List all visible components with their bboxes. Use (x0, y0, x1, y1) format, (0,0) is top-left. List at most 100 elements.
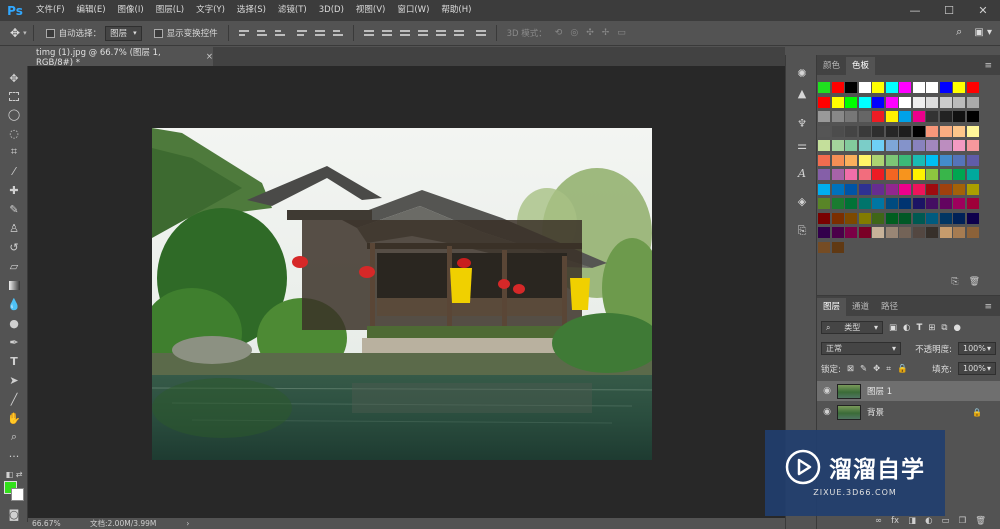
color-swatch[interactable] (939, 125, 952, 137)
color-swatch[interactable] (818, 125, 830, 137)
search-icon[interactable]: ⌕ (956, 25, 962, 39)
auto-align-icon[interactable] (475, 28, 486, 38)
quick-mask-icon[interactable]: ◙ (5, 506, 23, 522)
color-swatch[interactable] (858, 96, 871, 108)
color-swatch[interactable] (966, 227, 979, 238)
color-swatch[interactable] (953, 212, 965, 224)
color-swatch[interactable] (939, 198, 952, 209)
dodge-tool-icon[interactable]: ● (5, 315, 23, 331)
hand-tool-icon[interactable]: ✋ (5, 410, 23, 426)
color-swatch[interactable] (858, 82, 871, 93)
distribute-top-icon[interactable] (363, 28, 374, 38)
align-top-icon[interactable] (238, 28, 249, 38)
color-swatch[interactable] (831, 212, 844, 224)
document-tab[interactable]: timg (1).jpg @ 66.7% (图层 1, RGB/8#) * × (28, 47, 213, 68)
align-left-icon[interactable] (296, 28, 307, 38)
color-swatch[interactable] (858, 183, 871, 195)
swap-colors-icon[interactable]: ◧ ⇄ (5, 466, 23, 482)
canvas-area[interactable] (28, 66, 785, 518)
distribute-hcenter-icon[interactable] (435, 28, 446, 38)
color-swatch[interactable] (872, 183, 884, 195)
menu-layer[interactable]: 图层(L) (150, 0, 190, 21)
fill-field[interactable]: 100% ▾ (958, 362, 996, 375)
color-swatch[interactable] (872, 125, 884, 137)
color-swatch[interactable] (899, 96, 911, 108)
color-swatch[interactable] (872, 140, 884, 151)
color-swatch[interactable] (845, 125, 857, 137)
color-swatch[interactable] (831, 169, 844, 180)
lock-transparent-icon[interactable]: ⊠ (847, 364, 854, 374)
filter-adjust-icon[interactable]: ◐ (903, 323, 910, 333)
color-swatch[interactable] (966, 212, 979, 224)
color-swatch[interactable] (966, 96, 979, 108)
color-swatch[interactable] (818, 198, 830, 209)
color-swatch[interactable] (818, 82, 830, 93)
lasso-tool-icon[interactable]: ◯ (5, 106, 23, 122)
color-swatch[interactable] (899, 212, 911, 224)
layer-name[interactable]: 背景 (867, 406, 884, 418)
color-swatch[interactable] (966, 140, 979, 151)
color-swatch[interactable] (953, 111, 965, 122)
histogram-icon[interactable]: ▲ (794, 85, 810, 101)
color-swatch[interactable] (845, 111, 857, 122)
color-swatch[interactable] (858, 125, 871, 137)
color-swatch[interactable] (885, 198, 898, 209)
color-swatch[interactable] (926, 183, 938, 195)
color-swatch[interactable] (912, 125, 925, 137)
quick-select-tool-icon[interactable]: ◌ (5, 125, 23, 141)
brush-settings-icon[interactable]: ♆ (794, 115, 810, 131)
menu-image[interactable]: 图像(I) (112, 0, 150, 21)
color-swatch[interactable] (953, 227, 965, 238)
lock-artboard-icon[interactable]: ⌗ (886, 364, 891, 374)
move-tool-icon[interactable]: ✥ (10, 26, 20, 40)
color-swatch[interactable] (953, 96, 965, 108)
menu-edit[interactable]: 编辑(E) (71, 0, 112, 21)
color-swatch[interactable] (872, 96, 884, 108)
color-swatch[interactable] (858, 198, 871, 209)
brush-tool-icon[interactable]: ✎ (5, 201, 23, 217)
sun-icon[interactable]: ✺ (794, 65, 810, 81)
color-swatch[interactable] (831, 227, 844, 238)
blur-tool-icon[interactable]: 💧 (5, 296, 23, 312)
align-hcenter-icon[interactable] (314, 28, 325, 38)
tab-channels[interactable]: 通道 (846, 298, 875, 316)
color-swatch[interactable] (953, 198, 965, 209)
color-swatch[interactable] (926, 212, 938, 224)
3d-scale-icon[interactable]: ▭ (617, 28, 626, 38)
add-mask-icon[interactable]: ◨ (908, 516, 916, 529)
auto-select-dropdown[interactable]: 图层 ▾ (105, 25, 142, 41)
color-swatch[interactable] (818, 154, 830, 166)
menu-filter[interactable]: 滤镜(T) (272, 0, 313, 21)
new-group-icon[interactable]: ▭ (942, 516, 950, 529)
3d-roll-icon[interactable]: ◎ (570, 28, 578, 38)
color-swatch[interactable] (831, 198, 844, 209)
layer-style-icon[interactable]: fx (891, 516, 899, 529)
filter-smart-icon[interactable]: ⧉ (941, 323, 947, 333)
color-swatch[interactable] (912, 140, 925, 151)
color-swatch[interactable] (899, 198, 911, 209)
color-swatch[interactable] (885, 169, 898, 180)
color-swatch[interactable] (885, 140, 898, 151)
color-swatch[interactable] (885, 183, 898, 195)
panel-menu-icon[interactable]: ≡ (984, 61, 992, 71)
color-swatch[interactable] (939, 212, 952, 224)
3d-orbit-icon[interactable]: ⟲ (555, 28, 563, 38)
minimize-button[interactable]: — (898, 0, 932, 21)
color-swatch[interactable] (845, 227, 857, 238)
color-swatch[interactable] (872, 212, 884, 224)
color-swatch[interactable] (858, 212, 871, 224)
background-color-swatch[interactable] (11, 488, 24, 501)
filter-type-icon[interactable]: T (916, 323, 922, 333)
layer-row-background[interactable]: ◉ 背景 🔒 (817, 402, 1000, 422)
color-swatch[interactable] (831, 125, 844, 137)
color-swatch[interactable] (885, 227, 898, 238)
3d-pan-icon[interactable]: ✣ (586, 28, 594, 38)
color-swatch[interactable] (966, 111, 979, 122)
color-swatch[interactable] (872, 198, 884, 209)
new-swatch-icon[interactable]: ⎘ (951, 277, 958, 291)
menu-select[interactable]: 选择(S) (231, 0, 272, 21)
color-swatch[interactable] (953, 169, 965, 180)
color-swatch[interactable] (899, 140, 911, 151)
pen-tool-icon[interactable]: ✒ (5, 334, 23, 350)
color-swatch[interactable] (899, 111, 911, 122)
